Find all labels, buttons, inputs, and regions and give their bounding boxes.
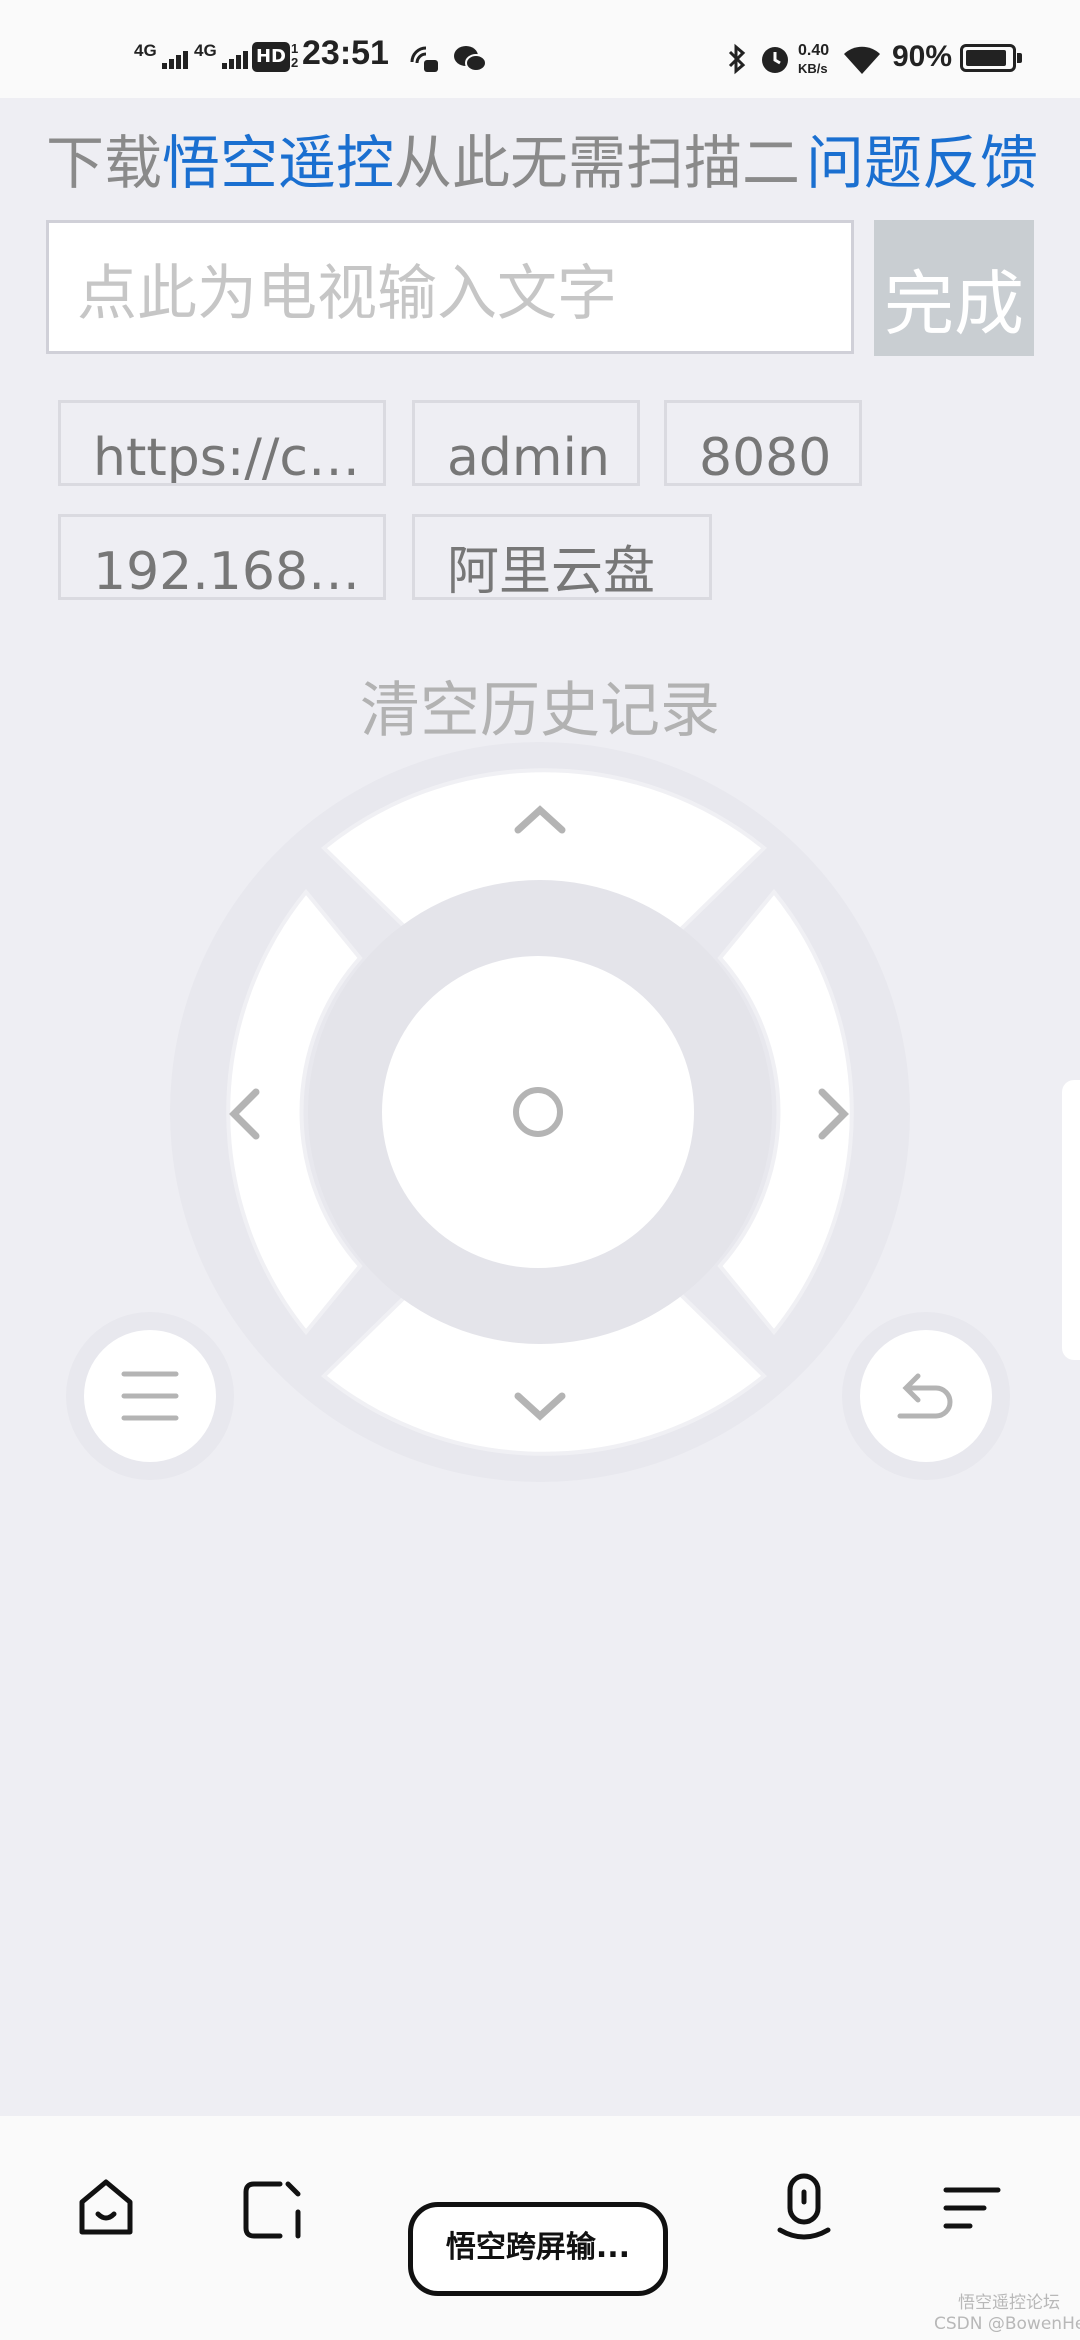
- home-icon[interactable]: [74, 2176, 138, 2244]
- tabs-icon[interactable]: [240, 2178, 304, 2246]
- sort-menu-icon[interactable]: [940, 2178, 1004, 2246]
- microphone-icon[interactable]: [772, 2172, 836, 2248]
- back-button[interactable]: [860, 1330, 992, 1462]
- remote-dpad: [66, 742, 1010, 1482]
- ok-button[interactable]: [382, 956, 694, 1268]
- cross-screen-input-button[interactable]: 悟空跨屏输...: [408, 2202, 668, 2296]
- watermark-forum: 悟空遥控论坛: [958, 2293, 1060, 2313]
- watermark-csdn: CSDN @BowenHero: [934, 2314, 1080, 2334]
- side-drawer-handle[interactable]: [1062, 1080, 1080, 1360]
